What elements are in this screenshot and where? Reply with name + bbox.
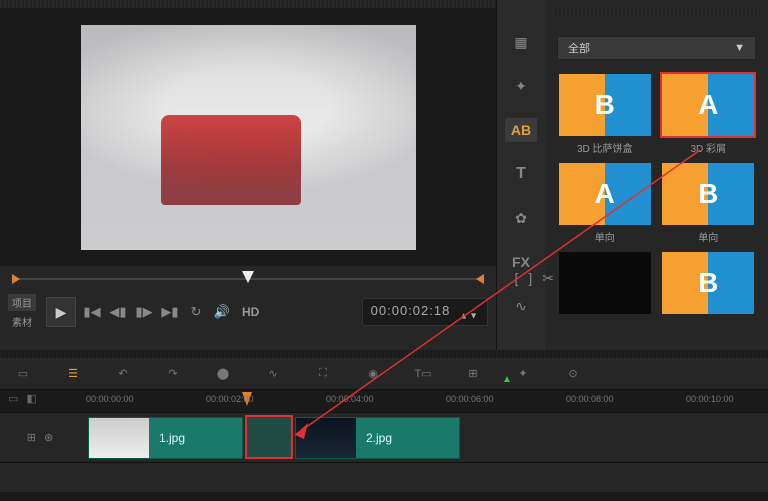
batch-convert-icon[interactable]: ⛶ [312, 363, 334, 385]
ruler-tool-icon[interactable]: ▭ [8, 392, 18, 405]
source-material-label[interactable]: 素材 [8, 313, 36, 330]
effect-item[interactable]: B 单向 [661, 163, 757, 244]
effect-thumb: B [662, 252, 754, 314]
hd-toggle[interactable]: HD [242, 305, 259, 319]
clip-thumbnail [296, 418, 356, 458]
trim-in-handle[interactable] [12, 274, 20, 284]
effect-thumb: A [662, 74, 754, 136]
play-button[interactable]: ▶ [46, 297, 76, 327]
effect-item[interactable]: A 3D 彩屑 [661, 74, 757, 155]
prev-frame-button[interactable]: ◀▮ [108, 302, 128, 322]
clip-label: 1.jpg [149, 431, 195, 445]
timeline-view-icon[interactable]: ☰ [62, 363, 84, 385]
ruler-mark: 00:00:06:00 [446, 394, 494, 404]
ruler-mark: 00:00:10:00 [686, 394, 734, 404]
title-tab-icon[interactable]: T [505, 162, 537, 186]
loop-button[interactable]: ↻ [186, 302, 206, 322]
timeline-panel: ▭ ☰ ↶ ↷ ⬤ ∿ ⛶ ◉ T▭ ⊞ ✦ ⊙ ▭ ◧ 00:00:00:00… [0, 358, 768, 492]
chevron-down-icon: ▼ [734, 42, 745, 54]
effect-thumb: A [559, 163, 651, 225]
preview-viewport [0, 8, 496, 266]
timeline-toolbar: ▭ ☰ ↶ ↷ ⬤ ∿ ⛶ ◉ T▭ ⊞ ✦ ⊙ [0, 358, 768, 390]
clip-label: 2.jpg [356, 431, 402, 445]
track-header[interactable]: ⊞ ⊛ [0, 431, 80, 444]
effect-item[interactable]: B [661, 252, 757, 318]
effect-thumb [559, 252, 651, 314]
effect-item[interactable]: B 3D 比萨饼盒 [557, 74, 653, 155]
ruler-mark: 00:00:08:00 [566, 394, 614, 404]
transition-slot[interactable] [245, 415, 293, 459]
title-editor-icon[interactable]: T▭ [412, 363, 434, 385]
video-clip[interactable]: 2.jpg [295, 417, 460, 459]
undo-button[interactable]: ↶ [112, 363, 134, 385]
video-clip[interactable]: 1.jpg [88, 417, 243, 459]
video-track: ⊞ ⊛ 1.jpg 2.jpg [0, 412, 768, 462]
filter-tab-icon[interactable]: ✦ [505, 74, 537, 98]
audio-mixer-icon[interactable]: ∿ [262, 363, 284, 385]
zoom-fit-icon[interactable]: ⊙ [562, 363, 584, 385]
track-type-icon: ⊛ [44, 431, 53, 444]
redo-button[interactable]: ↷ [162, 363, 184, 385]
playhead-handle[interactable] [242, 271, 254, 283]
effect-label: 3D 彩屑 [690, 140, 726, 155]
cut-icon[interactable]: ✂ [542, 270, 554, 287]
clip-thumbnail [89, 418, 149, 458]
media-tab-icon[interactable]: ▦ [505, 30, 537, 54]
time-ruler[interactable]: ▭ ◧ 00:00:00:00 00:00:02:00 00:00:04:00 00:… [0, 390, 768, 412]
graphic-tab-icon[interactable]: ✿ [505, 206, 537, 230]
track-content[interactable]: 1.jpg 2.jpg [80, 413, 768, 462]
audio-track [0, 462, 768, 492]
category-dropdown[interactable]: 全部 ▼ [557, 36, 756, 60]
trim-out-handle[interactable] [476, 274, 484, 284]
marker-indicator: ▲ [502, 374, 512, 385]
ruler-mark: 00:00:00:00 [86, 394, 134, 404]
scrubber[interactable]: [ ] ✂ ⧉ [12, 270, 484, 288]
preview-panel: [ ] ✂ ⧉ 项目 素材 ▶ ▮◀ ◀▮ ▮▶ ▶▮ ↻ 🔊 HD 00:00… [0, 0, 497, 350]
track-visibility-icon[interactable]: ⊞ [27, 431, 36, 444]
ruler-mark: 00:00:04:00 [326, 394, 374, 404]
multi-view-icon[interactable]: ◉ [362, 363, 384, 385]
ruler-zoom-icon[interactable]: ◧ [26, 392, 36, 405]
ruler-mark: 00:00:02:00 [206, 394, 254, 404]
effect-item[interactable] [557, 252, 653, 318]
go-end-button[interactable]: ▶▮ [160, 302, 180, 322]
effect-label: 3D 比萨饼盒 [577, 140, 633, 155]
transport-controls: 项目 素材 ▶ ▮◀ ◀▮ ▮▶ ▶▮ ↻ 🔊 HD 00:00:02:18 ▲… [0, 292, 496, 332]
mark-out-icon[interactable]: ] [528, 270, 532, 287]
volume-button[interactable]: 🔊 [212, 302, 232, 322]
timecode-display[interactable]: 00:00:02:18 ▲▼ [362, 298, 488, 326]
source-project-label[interactable]: 项目 [8, 294, 36, 311]
tool-column: ▦ ✦ AB T ✿ FX ∿ [497, 0, 545, 350]
preview-image [81, 25, 416, 250]
go-start-button[interactable]: ▮◀ [82, 302, 102, 322]
effects-grid: B 3D 比萨饼盒 A 3D 彩屑 A 单向 B 单向 B [553, 70, 760, 322]
transition-tab-icon[interactable]: AB [505, 118, 537, 142]
effect-label: 单向 [698, 229, 718, 244]
motion-icon[interactable]: ✦ [512, 363, 534, 385]
effects-panel: ▦ ✦ AB T ✿ FX ∿ 全部 ▼ B3D 比萨饼盒A3D 彩屑A单向B单… [497, 0, 768, 350]
storyboard-view-icon[interactable]: ▭ [12, 363, 34, 385]
effect-label: 单向 [595, 229, 615, 244]
record-button[interactable]: ⬤ [212, 363, 234, 385]
next-frame-button[interactable]: ▮▶ [134, 302, 154, 322]
effect-item[interactable]: A 单向 [557, 163, 653, 244]
dropdown-label: 全部 [568, 40, 590, 56]
mark-in-icon[interactable]: [ [514, 270, 518, 287]
effect-thumb: B [662, 163, 754, 225]
video-editor-icon[interactable]: ⊞ [462, 363, 484, 385]
path-tab-icon[interactable]: ∿ [505, 294, 537, 318]
effect-thumb: B [559, 74, 651, 136]
